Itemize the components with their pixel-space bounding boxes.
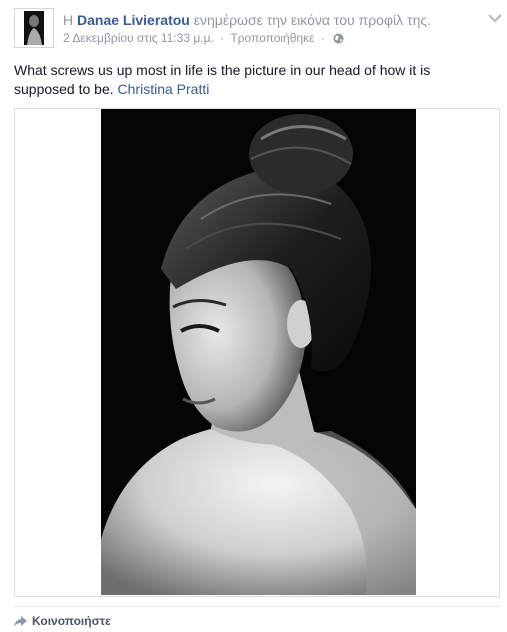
feed-post: Η Danae Livieratou ενημέρωσε την εικόνα … — [0, 0, 507, 632]
action-text: ενημέρωσε την εικόνα του προφίλ της. — [193, 12, 431, 28]
post-text: What screws us up most in life is the pi… — [14, 61, 484, 99]
tagged-person-link[interactable]: Christina Pratti — [118, 81, 210, 97]
author-name-link[interactable]: Danae Livieratou — [77, 12, 190, 28]
profile-photo[interactable] — [101, 109, 416, 595]
avatar-image — [15, 9, 53, 47]
globe-icon[interactable] — [333, 32, 344, 48]
timestamp-link[interactable]: 2 Δεκεμβρίου στις 11:33 μ.μ. — [63, 31, 214, 45]
article-prefix: Η — [63, 12, 74, 28]
share-button[interactable]: Κοινοποιήστε — [14, 614, 111, 630]
portrait-image — [101, 109, 416, 595]
footer-divider — [14, 606, 500, 607]
edited-label[interactable]: Τροποποιήθηκε — [230, 31, 314, 45]
chevron-down-icon[interactable] — [488, 11, 502, 23]
post-header: Η Danae Livieratou ενημέρωσε την εικόνα … — [63, 11, 473, 29]
share-arrow-icon — [14, 616, 27, 627]
post-meta: 2 Δεκεμβρίου στις 11:33 μ.μ. · Τροποποιή… — [63, 30, 344, 48]
share-label: Κοινοποιήστε — [32, 614, 111, 628]
post-message: What screws us up most in life is the pi… — [14, 62, 431, 97]
profile-avatar[interactable] — [14, 8, 54, 48]
meta-separator: · — [220, 31, 225, 45]
meta-separator-2: · — [320, 31, 325, 45]
